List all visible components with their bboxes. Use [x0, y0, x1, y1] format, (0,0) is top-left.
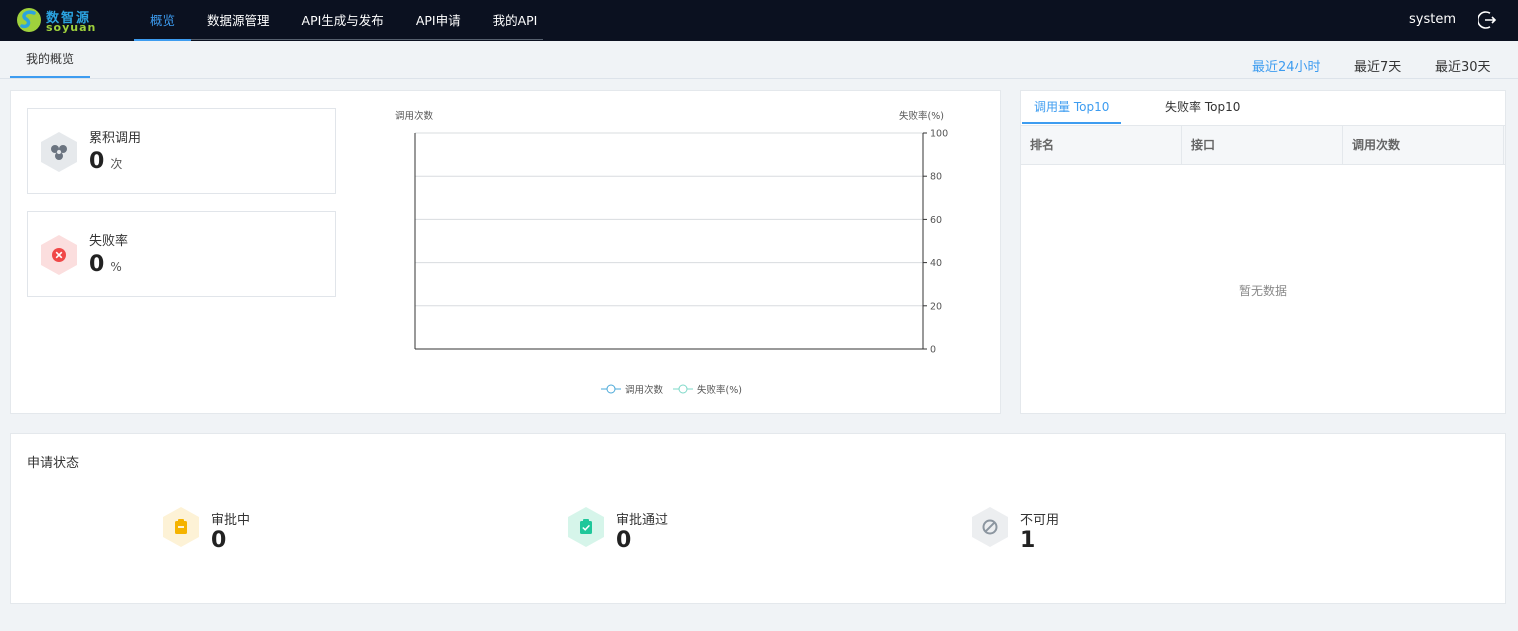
chart-ylabel-left: 调用次数 — [395, 111, 434, 122]
y-right-tick-label: 60 — [930, 215, 942, 226]
status-title: 申请状态 — [27, 456, 80, 471]
y-right-tick-label: 20 — [930, 301, 942, 312]
legend-failure-marker — [673, 384, 694, 394]
overview-card: 累积调用 0次 失败率 0% 调用次数 失败率(%) 100 80 60 40 20 0 … — [10, 90, 1001, 414]
nav-my-api[interactable]: 我的API — [477, 0, 554, 41]
range-30d[interactable]: 最近30天 — [1435, 56, 1491, 75]
tab-failure-top10[interactable]: 失败率 Top10 — [1153, 91, 1252, 124]
legend-calls-label: 调用次数 — [625, 385, 664, 396]
status-approved-label: 审批通过 — [616, 513, 669, 528]
stat-calls-label: 累积调用 — [89, 131, 142, 146]
range-7d[interactable]: 最近7天 — [1354, 56, 1401, 75]
api-call-icon — [41, 132, 77, 172]
status-approved-value: 0 — [616, 528, 632, 553]
legend-failure[interactable]: 失败率(%) — [673, 382, 742, 396]
stat-failure-unit: % — [110, 260, 122, 274]
line-chart: 100 80 60 40 20 0 — [414, 129, 948, 356]
apply-status-card: 申请状态 审批中 0 审批通过 0 不可用 1 — [10, 433, 1506, 604]
stat-failure-value: 0% — [89, 252, 122, 277]
username[interactable]: system — [1409, 12, 1456, 27]
legend-failure-label: 失败率(%) — [697, 385, 742, 396]
tab-calls-top10[interactable]: 调用量 Top10 — [1022, 91, 1122, 124]
stat-total-calls: 累积调用 0次 — [27, 108, 336, 194]
logout-icon[interactable] — [1478, 10, 1498, 30]
nav-api-publish[interactable]: API生成与发布 — [286, 0, 400, 41]
status-pending-value: 0 — [211, 528, 227, 553]
y-right-tick-label: 40 — [930, 258, 942, 269]
stat-failure-rate: 失败率 0% — [27, 211, 336, 297]
chart-ylabel-right: 失败率(%) — [899, 111, 944, 122]
y-right-tick-label: 0 — [930, 345, 936, 356]
tab-my-overview[interactable]: 我的概览 — [10, 41, 91, 78]
col-call-count[interactable]: 调用次数 — [1343, 126, 1504, 164]
logo-icon — [17, 8, 41, 32]
y-right-tick-label: 80 — [930, 172, 942, 183]
logo-text-en: soyuan — [46, 21, 97, 34]
status-unavailable-label: 不可用 — [1020, 513, 1060, 528]
y-right-tick-label: 100 — [930, 129, 948, 140]
legend-calls-marker — [601, 384, 621, 394]
top-navbar: 数智源 soyuan 概览 数据源管理 API生成与发布 API申请 我的API… — [0, 0, 1518, 41]
nav-overview[interactable]: 概览 — [134, 0, 192, 41]
empty-text: 暂无数据 — [1238, 284, 1287, 298]
col-rank[interactable]: 排名 — [1021, 126, 1182, 164]
status-unavailable-value: 1 — [1020, 528, 1036, 553]
disabled-icon — [972, 507, 1008, 547]
main-nav: 概览 数据源管理 API生成与发布 API申请 我的API — [134, 0, 553, 41]
status-pending-label: 审批中 — [211, 513, 251, 528]
subtab-bar: 我的概览 最近24小时 最近7天 最近30天 — [0, 41, 1518, 79]
clipboard-pending-icon — [163, 507, 199, 547]
legend-calls[interactable]: 调用次数 — [601, 382, 663, 396]
top10-card: 调用量 Top10 失败率 Top10 排名 接口 调用次数 暂无数据 — [1020, 90, 1506, 414]
stat-failure-label: 失败率 — [89, 234, 129, 249]
stat-calls-value: 0次 — [89, 149, 123, 174]
failure-icon — [41, 235, 77, 275]
col-interface[interactable]: 接口 — [1182, 126, 1343, 164]
logo[interactable]: 数智源 soyuan — [16, 6, 96, 34]
nav-api-apply[interactable]: API申请 — [400, 0, 477, 41]
clipboard-check-icon — [568, 507, 604, 547]
range-24h[interactable]: 最近24小时 — [1252, 56, 1321, 75]
stat-calls-unit: 次 — [110, 157, 123, 171]
top10-table-header: 排名 接口 调用次数 — [1021, 125, 1505, 165]
chart-legend: 调用次数 失败率(%) — [601, 382, 742, 396]
nav-datasource[interactable]: 数据源管理 — [191, 0, 286, 41]
